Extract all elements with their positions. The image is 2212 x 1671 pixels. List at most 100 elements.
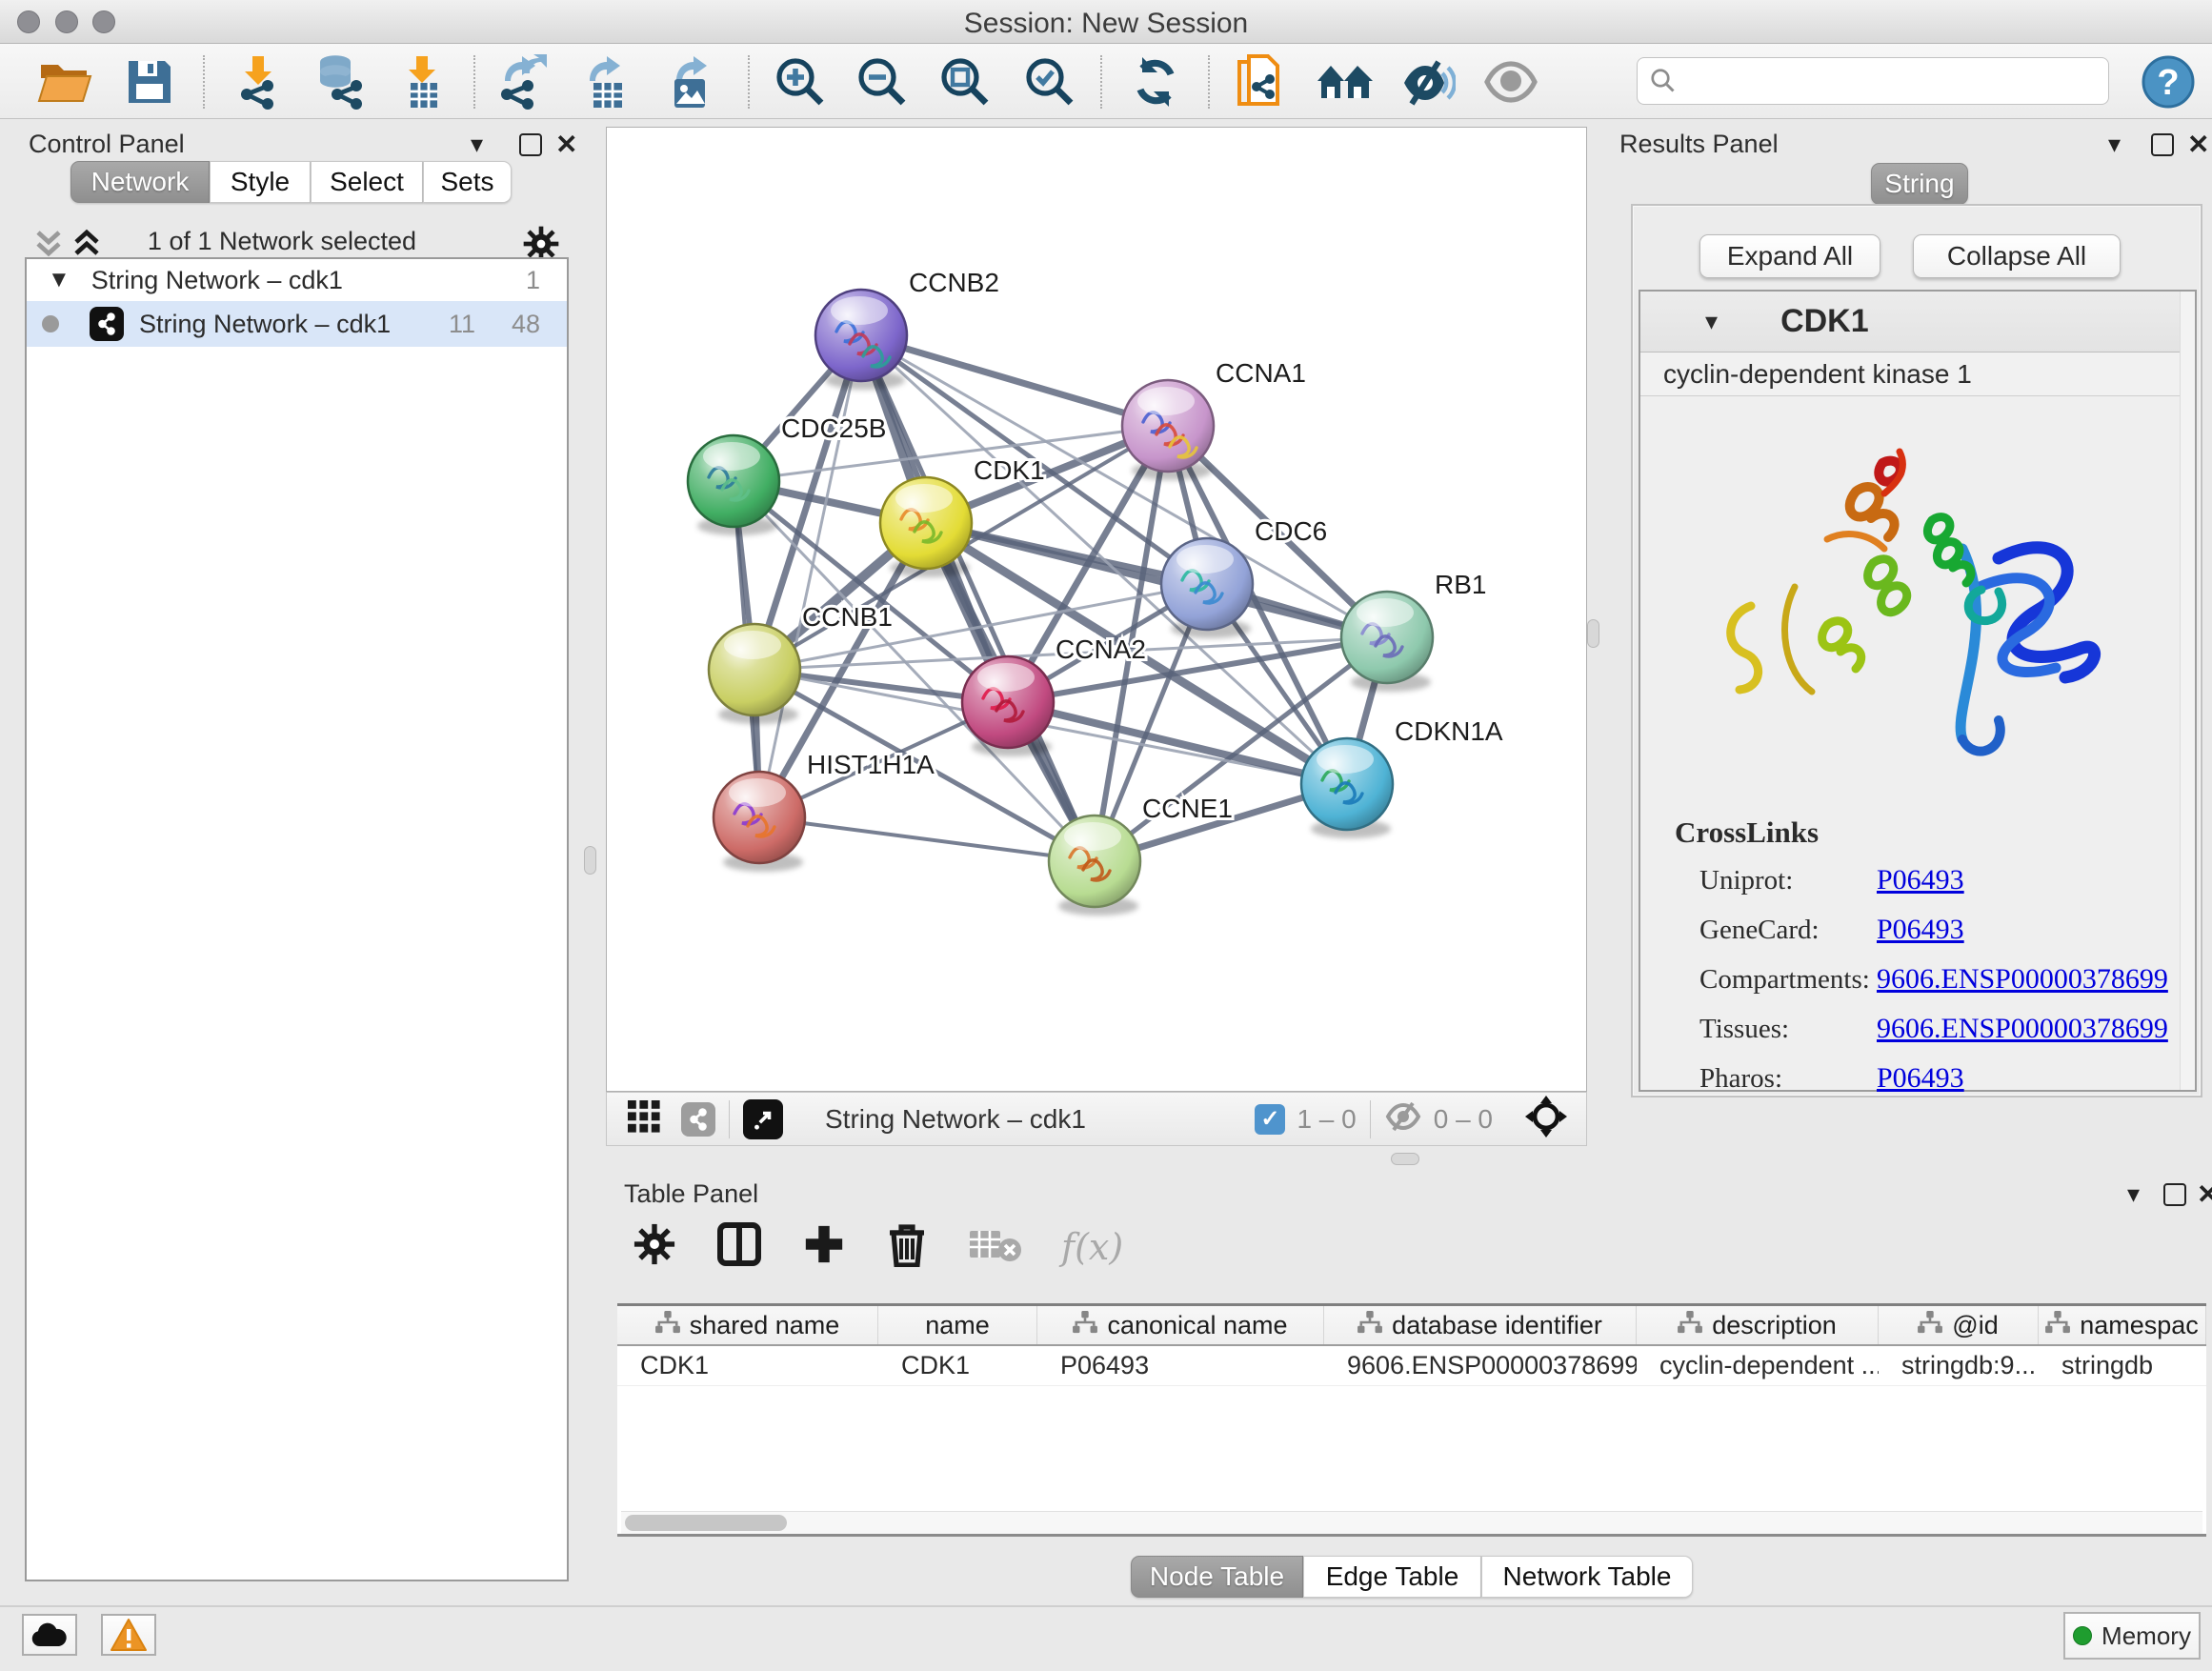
zoom-selected-icon[interactable] [1018,51,1081,112]
birds-eye-view-icon[interactable] [1525,1096,1567,1142]
selected-nodes-checkbox-icon[interactable]: ✓ [1255,1104,1285,1135]
string-network-graph[interactable]: CCNB2CCNA1CDC25BCDK1CDC6RB1CCNB1CCNA2CDK… [607,128,1586,1091]
crosslink-link[interactable]: P06493 [1877,914,1964,946]
table-cell[interactable]: CDK1 [878,1346,1037,1385]
document-share-icon[interactable] [1228,51,1291,112]
memory-button[interactable]: Memory [2063,1612,2201,1660]
network-node-cdkn1a[interactable] [1301,738,1393,838]
export-network-icon[interactable] [491,51,553,112]
table-cell[interactable]: cyclin-dependent ... [1637,1346,1879,1385]
hide-selected-icon[interactable] [1397,51,1459,112]
table-panel-float-icon[interactable] [2163,1183,2186,1206]
warnings-button[interactable] [101,1614,156,1656]
table-panel-close-icon[interactable]: ✕ [2197,1182,2212,1207]
add-column-icon[interactable] [802,1222,846,1271]
table-panel-collapse-icon[interactable]: ▾ [2127,1181,2140,1206]
scrollbar-thumb[interactable] [625,1515,787,1531]
network-type-icon[interactable] [681,1102,715,1137]
network-row-selected[interactable]: String Network – cdk1 11 48 [27,301,567,347]
grid-view-icon[interactable] [626,1098,662,1139]
network-node-rb1[interactable] [1341,592,1433,692]
crosslink-link[interactable]: P06493 [1877,1062,1964,1095]
network-label: String Network – cdk1 [139,310,391,339]
help-icon[interactable]: ? [2137,51,2200,112]
import-network-database-icon[interactable] [307,51,370,112]
bottom-splitter-handle[interactable] [1391,1153,1419,1165]
refresh-icon[interactable] [1124,51,1187,112]
column-header-label: @id [1952,1311,1998,1340]
gene-collapse-icon[interactable]: ▾ [1705,307,1718,336]
network-node-cdc25b[interactable] [688,435,779,535]
table-cell[interactable]: stringdb:9... [1879,1346,2039,1385]
collection-expand-icon[interactable]: ▼ [48,267,70,293]
crosslink-link[interactable]: 9606.ENSP00000378699 [1877,963,2168,996]
table-cell[interactable]: CDK1 [617,1346,878,1385]
column-header--id[interactable]: @id [1879,1306,2039,1344]
column-header-description[interactable]: description [1637,1306,1879,1344]
left-splitter-handle[interactable] [584,846,596,875]
results-panel-close-icon[interactable]: ✕ [2187,132,2209,157]
detach-view-icon[interactable] [743,1099,783,1139]
network-node-ccne1[interactable] [1049,815,1140,916]
import-network-file-icon[interactable] [227,51,290,112]
zoom-in-icon[interactable] [769,51,832,112]
crosslink-link[interactable]: P06493 [1877,864,1964,896]
table-cell[interactable]: P06493 [1037,1346,1324,1385]
node-table[interactable]: shared namenamecanonical namedatabase id… [617,1303,2206,1537]
table-row[interactable]: CDK1CDK1P064939606.ENSP00000378699cyclin… [617,1346,2206,1386]
table-horizontal-scrollbar[interactable] [621,1511,2202,1534]
tab-node-table[interactable]: Node Table [1131,1556,1303,1598]
network-node-ccnb1[interactable] [709,624,800,724]
table-cell[interactable]: 9606.ENSP00000378699 [1324,1346,1637,1385]
right-splitter-handle[interactable] [1587,619,1599,648]
open-session-icon[interactable] [33,51,96,112]
table-header-row[interactable]: shared namenamecanonical namedatabase id… [617,1306,2206,1346]
tab-network[interactable]: Network [70,161,210,203]
import-table-icon[interactable] [392,51,454,112]
column-header-database-identifier[interactable]: database identifier [1324,1306,1637,1344]
results-panel-float-icon[interactable] [2151,133,2174,156]
column-header-namespac[interactable]: namespac [2039,1306,2206,1344]
table-gear-icon[interactable] [633,1222,676,1271]
save-session-icon[interactable] [118,51,181,112]
column-header-shared-name[interactable]: shared name [617,1306,878,1344]
tab-string[interactable]: String [1871,163,1968,205]
results-panel-collapse-icon[interactable]: ▾ [2108,131,2121,156]
export-table-icon[interactable] [575,51,638,112]
network-node-hist1h1a[interactable] [714,772,805,872]
tab-style[interactable]: Style [210,161,311,203]
zoom-fit-icon[interactable] [934,51,996,112]
delete-column-icon[interactable] [886,1221,928,1272]
gene-header-row[interactable]: ▾ CDK1 [1640,292,2195,352]
zoom-out-icon[interactable] [851,51,914,112]
automation-cloud-button[interactable] [22,1614,77,1656]
column-header-name[interactable]: name [878,1306,1037,1344]
search-field[interactable] [1637,57,2109,105]
results-scrollbar[interactable] [2180,292,2195,1090]
control-panel-collapse-icon[interactable]: ▾ [471,131,483,156]
show-columns-icon[interactable] [716,1221,762,1272]
table-cell[interactable]: stringdb [2039,1346,2206,1385]
crosslink-link[interactable]: 9606.ENSP00000378699 [1877,1013,2168,1045]
tab-select[interactable]: Select [311,161,423,203]
expand-all-button[interactable]: Expand All [1699,234,1880,278]
search-input[interactable] [1678,67,2087,96]
control-panel-close-icon[interactable]: ✕ [555,132,577,157]
node-label: CDK1 [974,455,1045,485]
network-node-ccna2[interactable] [962,656,1054,756]
export-image-icon[interactable] [658,51,721,112]
network-node-cdk1[interactable] [880,477,972,577]
network-collection-row[interactable]: ▼ String Network – cdk1 1 [27,259,567,301]
hidden-items-eye-slash-icon[interactable] [1384,1099,1424,1138]
tab-edge-table[interactable]: Edge Table [1303,1556,1481,1598]
tab-sets[interactable]: Sets [423,161,512,203]
control-panel-float-icon[interactable] [519,133,542,156]
string-home-icon[interactable] [1314,51,1377,112]
gene-symbol: CDK1 [1780,303,1869,340]
network-canvas[interactable]: CCNB2CCNA1CDC25BCDK1CDC6RB1CCNB1CCNA2CDK… [606,127,1587,1092]
collapse-all-button[interactable]: Collapse All [1913,234,2121,278]
show-all-icon[interactable] [1479,51,1542,112]
tab-network-table[interactable]: Network Table [1481,1556,1693,1598]
network-node-ccna1[interactable] [1122,380,1214,480]
column-header-canonical-name[interactable]: canonical name [1037,1306,1324,1344]
